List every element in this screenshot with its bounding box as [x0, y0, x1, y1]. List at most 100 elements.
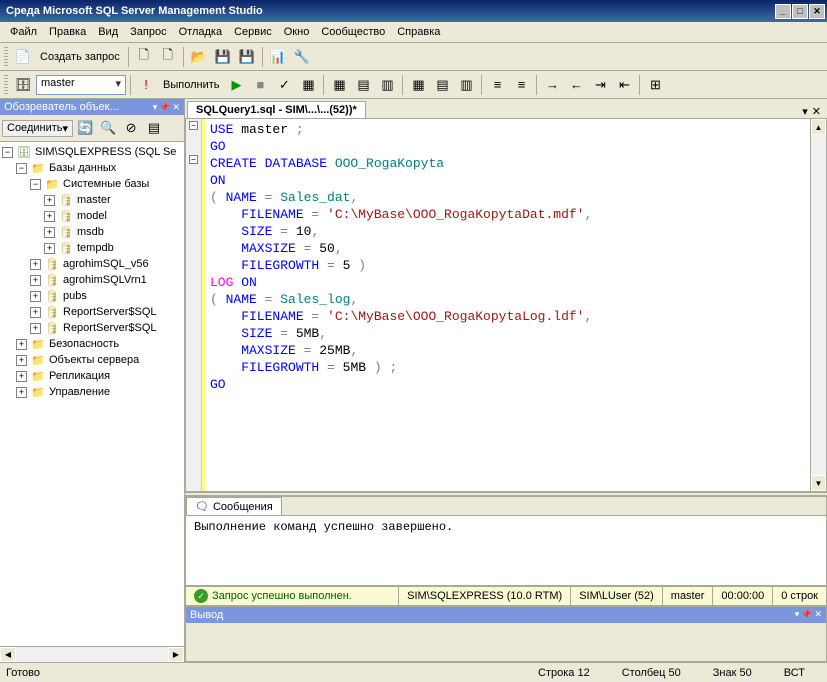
output-body — [186, 623, 826, 661]
tree-db-master[interactable]: +🛢master — [2, 192, 182, 208]
pin-icon[interactable]: 📌 — [159, 102, 170, 113]
separator — [481, 75, 482, 95]
tree-db-model[interactable]: +🛢model — [2, 208, 182, 224]
menu-service[interactable]: Сервис — [228, 24, 278, 40]
filter-icon[interactable]: 🔍 — [97, 117, 119, 139]
close-button[interactable]: ✕ — [809, 4, 825, 19]
tree-db-rs2[interactable]: +🛢ReportServer$SQL — [2, 320, 182, 336]
status-user: SIM\LUser (52) — [571, 587, 663, 605]
status-time: 00:00:00 — [713, 587, 773, 605]
separator — [536, 75, 537, 95]
tree-system-dbs[interactable]: −📁Системные базы — [2, 176, 182, 192]
activity-icon[interactable]: 📊 — [267, 46, 289, 68]
menu-community[interactable]: Сообщество — [315, 24, 391, 40]
menu-debug[interactable]: Отладка — [173, 24, 228, 40]
menu-window[interactable]: Окно — [278, 24, 316, 40]
scroll-up-icon[interactable]: ▲ — [811, 119, 826, 135]
options3-icon[interactable]: ▥ — [455, 74, 477, 96]
toolbar-primary: 📄 Создать запрос 🗋 🗋 📂 💾 💾 📊 🔧 — [0, 43, 827, 71]
scroll-down-icon[interactable]: ▼ — [811, 475, 826, 491]
options2-icon[interactable]: ▤ — [431, 74, 453, 96]
editor-scrollbar[interactable]: ▲ ▼ — [810, 119, 826, 491]
specify-icon[interactable]: ⊞ — [644, 74, 666, 96]
new-query-icon[interactable]: 📄 — [12, 46, 34, 68]
outdent2-icon[interactable]: ⇤ — [613, 74, 635, 96]
database-select[interactable]: master — [36, 75, 126, 95]
close-panel-icon[interactable]: ✕ — [814, 609, 822, 621]
minimize-button[interactable]: _ — [775, 4, 791, 19]
open-icon[interactable]: 📂 — [188, 46, 210, 68]
tree-db-msdb[interactable]: +🛢msdb — [2, 224, 182, 240]
tree-db-tempdb[interactable]: +🛢tempdb — [2, 240, 182, 256]
tree-security[interactable]: +📁Безопасность — [2, 336, 182, 352]
tree-server-objects[interactable]: +📁Объекты сервера — [2, 352, 182, 368]
new-query-button[interactable]: Создать запрос — [36, 51, 124, 63]
save-icon[interactable]: 💾 — [212, 46, 234, 68]
plan-icon[interactable]: ▦ — [297, 74, 319, 96]
dropdown-icon[interactable]: ▾ — [795, 609, 800, 621]
menu-query[interactable]: Запрос — [124, 24, 172, 40]
connect-button[interactable]: Соединить ▾ — [2, 120, 73, 137]
execute-icon[interactable]: ! — [135, 74, 157, 96]
parse-icon[interactable]: ✓ — [273, 74, 295, 96]
tree-db-pubs[interactable]: +🛢pubs — [2, 288, 182, 304]
editor-tab[interactable]: SQLQuery1.sql - SIM\...\...(52))* — [187, 101, 366, 118]
status-col: Столбец 50 — [622, 667, 681, 679]
close-tab-icon[interactable]: ✕ — [812, 105, 821, 118]
success-icon: ✓ — [194, 589, 208, 603]
props-icon[interactable]: ▤ — [143, 117, 165, 139]
indent-icon[interactable]: → — [541, 74, 563, 96]
dropdown-icon[interactable]: ▾ — [153, 102, 158, 113]
tree-server[interactable]: −🗄SIM\SQLEXPRESS (SQL Se — [2, 144, 182, 160]
scroll-right-icon[interactable]: ▶ — [168, 647, 184, 662]
execute-button[interactable]: Выполнить — [159, 79, 223, 91]
dropdown-icon[interactable]: ▾ — [802, 105, 808, 118]
messages-tab[interactable]: 🗨 Сообщения — [186, 497, 282, 515]
new-file-icon[interactable]: 🗋 — [133, 46, 155, 68]
code-content[interactable]: USE master ; GO CREATE DATABASE OOO_Roga… — [206, 119, 810, 491]
db-icon[interactable]: 🗄 — [12, 74, 34, 96]
save-all-icon[interactable]: 💾 — [236, 46, 258, 68]
fold-icon[interactable]: − — [189, 121, 198, 130]
play-icon[interactable]: ▶ — [225, 74, 247, 96]
tree-management[interactable]: +📁Управление — [2, 384, 182, 400]
separator — [130, 75, 131, 95]
tree-replication[interactable]: +📁Репликация — [2, 368, 182, 384]
uncomment-icon[interactable]: ≡ — [510, 74, 532, 96]
tree-db-rs1[interactable]: +🛢ReportServer$SQL — [2, 304, 182, 320]
tree-databases[interactable]: −📁Базы данных — [2, 160, 182, 176]
status-server: SIM\SQLEXPRESS (10.0 RTM) — [399, 587, 571, 605]
tree-db-agrohim2[interactable]: +🛢agrohimSQLVrn1 — [2, 272, 182, 288]
outdent-icon[interactable]: ← — [565, 74, 587, 96]
separator — [262, 47, 263, 67]
text-icon[interactable]: ▤ — [352, 74, 374, 96]
code-editor[interactable]: − − USE master ; GO CREATE DATABASE OOO_… — [185, 118, 827, 492]
menu-view[interactable]: Вид — [92, 24, 124, 40]
menu-file[interactable]: Файл — [4, 24, 43, 40]
scroll-left-icon[interactable]: ◀ — [0, 647, 16, 662]
explorer-scrollbar[interactable]: ◀ ▶ — [0, 646, 184, 662]
new-project-icon[interactable]: 🗋 — [157, 46, 179, 68]
indent2-icon[interactable]: ⇥ — [589, 74, 611, 96]
tree-db-agrohim1[interactable]: +🛢agrohimSQL_v56 — [2, 256, 182, 272]
output-panel: Вывод ▾ 📌 ✕ — [185, 606, 827, 662]
pin-icon[interactable]: 📌 — [801, 609, 812, 621]
maximize-button[interactable]: □ — [792, 4, 808, 19]
output-title: Вывод — [190, 609, 223, 621]
stop-sync-icon[interactable]: ⊘ — [120, 117, 142, 139]
menu-help[interactable]: Справка — [391, 24, 446, 40]
comment-icon[interactable]: ≡ — [486, 74, 508, 96]
close-panel-icon[interactable]: ✕ — [172, 102, 180, 113]
separator — [639, 75, 640, 95]
status-line: Строка 12 — [538, 667, 590, 679]
options-icon[interactable]: ▦ — [407, 74, 429, 96]
file-result-icon[interactable]: ▥ — [376, 74, 398, 96]
tools-icon[interactable]: 🔧 — [291, 46, 313, 68]
explorer-toolbar: Соединить ▾ 🔄 🔍 ⊘ ▤ — [0, 115, 184, 142]
stop-icon[interactable]: ■ — [249, 74, 271, 96]
fold-icon[interactable]: − — [189, 155, 198, 164]
refresh-icon[interactable]: 🔄 — [74, 117, 96, 139]
messages-body: Выполнение команд успешно завершено. — [186, 516, 826, 585]
grid-icon[interactable]: ▦ — [328, 74, 350, 96]
menu-edit[interactable]: Правка — [43, 24, 92, 40]
